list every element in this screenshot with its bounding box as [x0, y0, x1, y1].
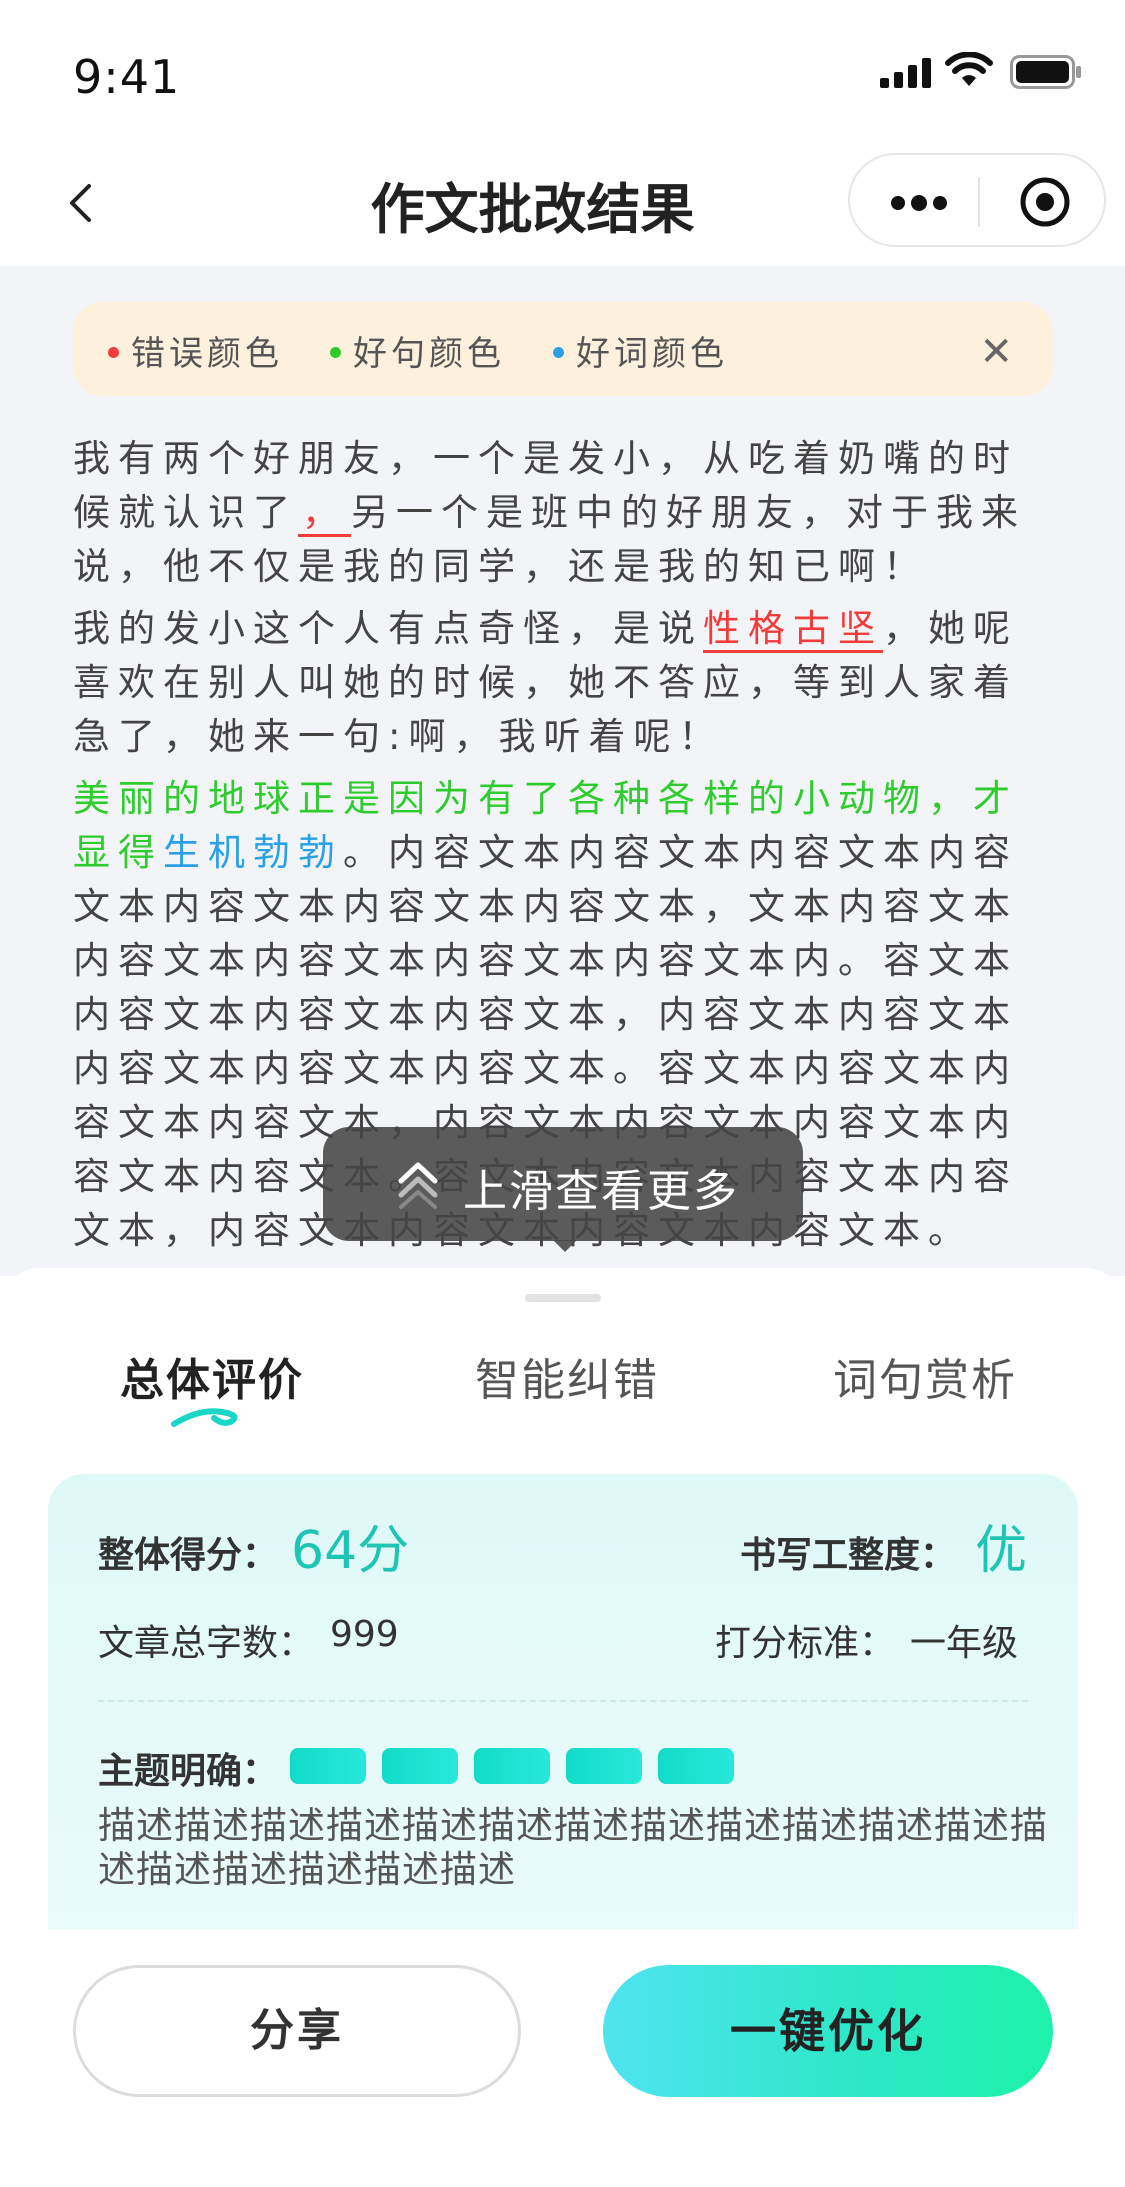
tab-sentence-analysis[interactable]: 词句赏析: [833, 1344, 1017, 1408]
error-highlight[interactable]: ，: [298, 491, 351, 537]
close-miniprogram-icon[interactable]: [1018, 175, 1072, 229]
divider: [98, 1700, 1028, 1702]
more-icon[interactable]: [890, 195, 948, 211]
rating-bar: [474, 1748, 550, 1784]
mini-program-capsule: [848, 153, 1106, 247]
rating-bar: [566, 1748, 642, 1784]
overall-evaluation-card: 整体得分： 64分 书写工整度： 优 文章总字数： 999 打分标准： 一年级 …: [48, 1474, 1078, 1929]
grading-standard-value: 一年级: [910, 1623, 1019, 1664]
score-value: 64分: [291, 1521, 410, 1581]
toast-text: 上滑查看更多: [463, 1166, 739, 1217]
green-dot-icon: [330, 347, 341, 358]
score-label: 整体得分：: [98, 1535, 279, 1576]
swipe-up-toast: 上滑查看更多: [323, 1127, 803, 1241]
error-highlight[interactable]: 性格古坚: [703, 607, 883, 653]
rating-bar: [290, 1748, 366, 1784]
writing-neatness-value: 优: [975, 1521, 1028, 1581]
capsule-divider: [978, 177, 980, 227]
toast-pointer: [553, 1240, 577, 1252]
legend-item-good-word: 好词颜色: [553, 326, 728, 375]
drag-handle[interactable]: [525, 1294, 601, 1302]
red-dot-icon: [108, 347, 119, 358]
tab-overall[interactable]: 总体评价: [120, 1344, 304, 1408]
one-click-optimize-button[interactable]: 一键优化: [603, 1965, 1053, 2097]
rating-bar: [382, 1748, 458, 1784]
color-legend: 错误颜色 好句颜色 好词颜色 ✕: [73, 302, 1053, 396]
rating-bar: [658, 1748, 734, 1784]
theme-description: 描述描述描述描述描述描述描述描述描述描述描述描述描述描述描述描述描述描述: [98, 1804, 1048, 1891]
writing-neatness-label: 书写工整度：: [740, 1535, 957, 1576]
good-word-highlight[interactable]: 生机勃勃: [163, 831, 343, 874]
theme-label: 主题明确：: [98, 1751, 279, 1792]
word-count-value: 999: [330, 1614, 399, 1655]
essay-paragraph: 我有两个好朋友，一个是发小，从吃着奶嘴的时候就认识了，另一个是班中的好朋友，对于…: [73, 437, 1026, 588]
legend-item-good-sentence: 好句颜色: [330, 326, 505, 375]
word-count-label: 文章总字数：: [98, 1623, 315, 1664]
active-tab-indicator: [171, 1408, 238, 1427]
signal-icon: [880, 58, 931, 88]
tab-smart-correction[interactable]: 智能纠错: [475, 1344, 659, 1408]
wifi-icon: [945, 52, 993, 86]
close-icon[interactable]: ✕: [979, 332, 1013, 372]
double-chevron-up-icon: [398, 1162, 438, 1209]
theme-rating-bars: [290, 1748, 750, 1788]
blue-dot-icon: [553, 347, 564, 358]
essay-paragraph: 我的发小这个人有点奇怪，是说性格古坚，她呢喜欢在别人叫她的时候，她不答应，等到人…: [73, 607, 1018, 758]
battery-icon: [1010, 55, 1081, 89]
legend-item-error: 错误颜色: [108, 326, 283, 375]
grading-standard-label: 打分标准：: [715, 1623, 896, 1664]
share-button[interactable]: 分享: [73, 1965, 521, 2097]
status-time: 9:41: [73, 50, 181, 104]
